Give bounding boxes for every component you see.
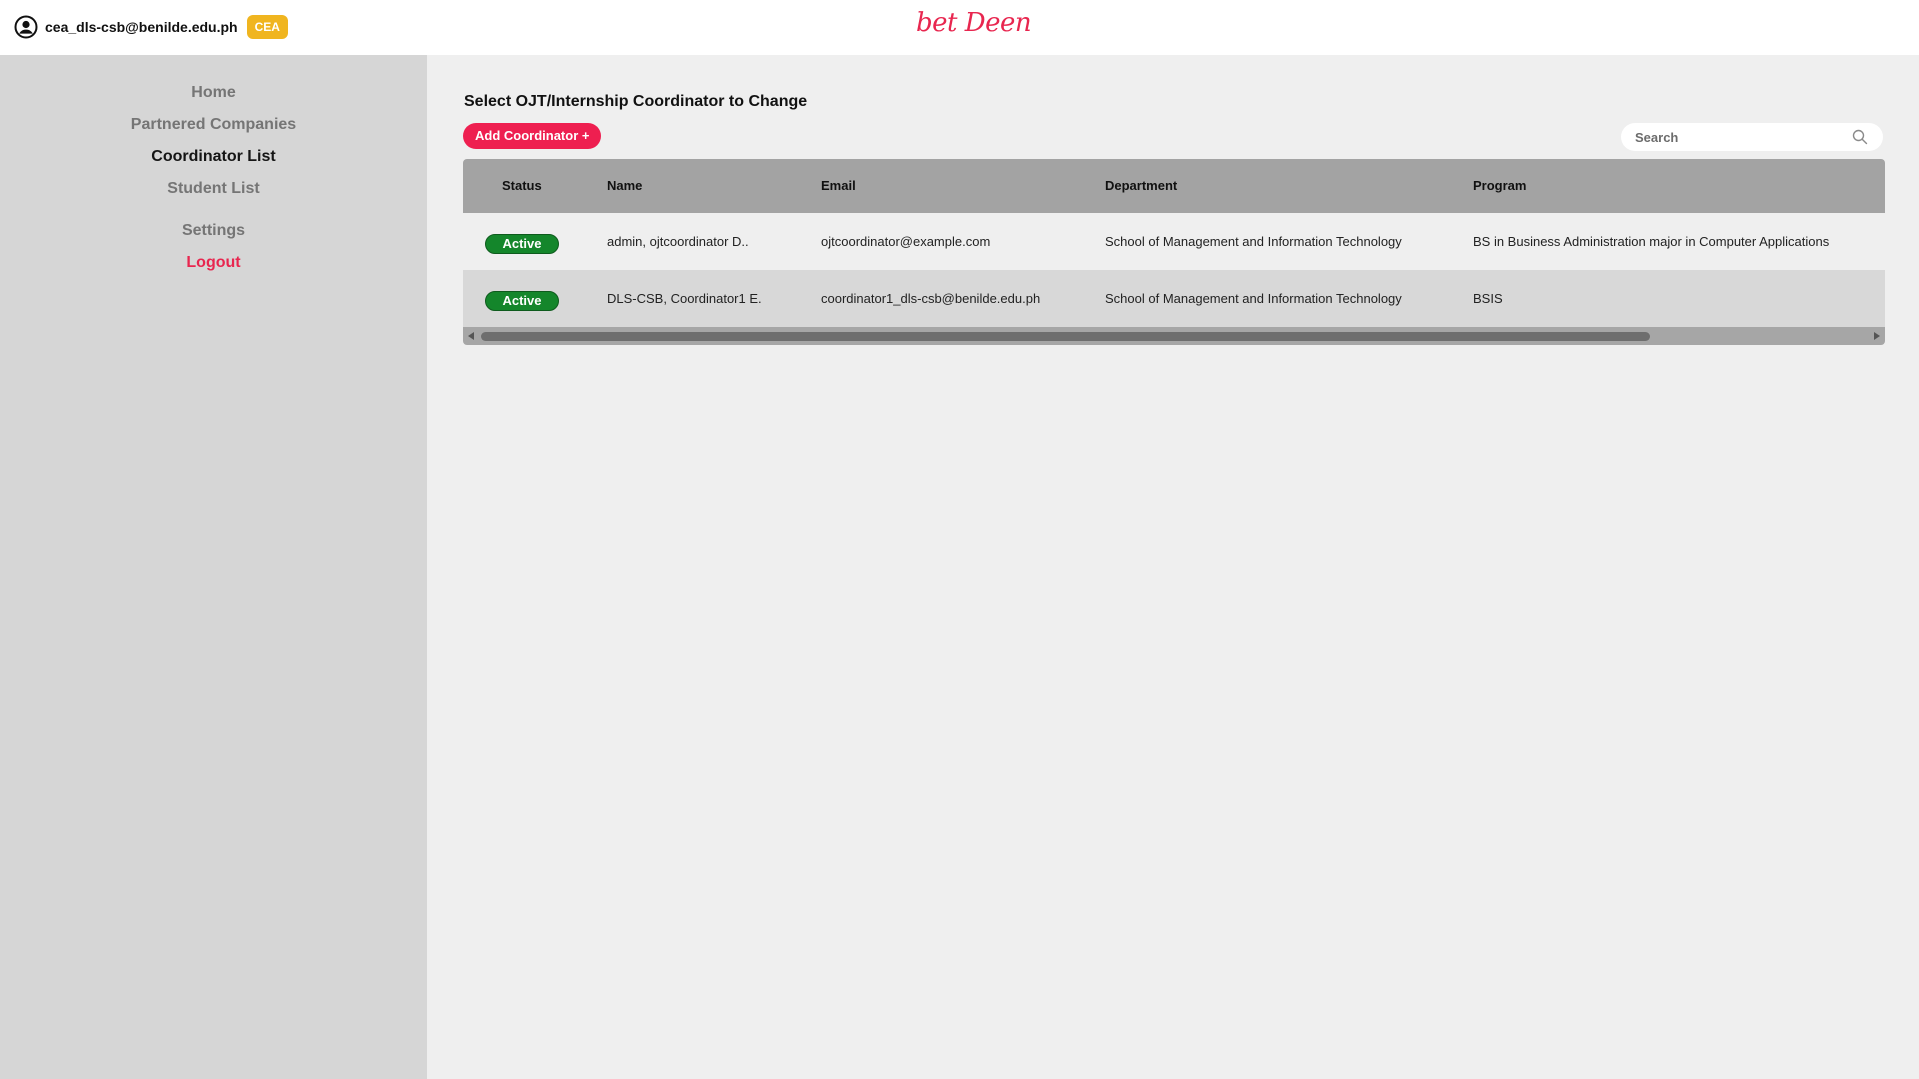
column-header-name[interactable]: Name xyxy=(607,178,642,193)
search-input[interactable] xyxy=(1633,127,1843,147)
sidebar-nav: Home Partnered Companies Coordinator Lis… xyxy=(0,83,427,285)
column-header-email[interactable]: Email xyxy=(821,178,856,193)
sidebar-item-student-list[interactable]: Student List xyxy=(0,179,427,199)
column-header-program[interactable]: Program xyxy=(1473,178,1526,193)
cell-department: School of Management and Information Tec… xyxy=(1105,291,1402,306)
column-header-department[interactable]: Department xyxy=(1105,178,1177,193)
cell-email: ojtcoordinator@example.com xyxy=(821,234,991,249)
page-title: Select OJT/Internship Coordinator to Cha… xyxy=(464,93,808,110)
cell-program: BS in Business Administration major in C… xyxy=(1473,234,1830,249)
role-badge: CEA xyxy=(246,15,288,39)
scroll-left-icon[interactable] xyxy=(468,332,474,340)
status-badge: Active xyxy=(485,234,559,254)
sidebar-item-logout[interactable]: Logout xyxy=(0,253,427,273)
user-circle-icon xyxy=(14,15,38,39)
user-account[interactable]: cea_dls-csb@benilde.edu.ph CEA xyxy=(14,14,288,40)
status-badge: Active xyxy=(485,291,559,311)
add-coordinator-button[interactable]: Add Coordinator + xyxy=(463,123,602,149)
main-content: Select OJT/Internship Coordinator to Cha… xyxy=(427,55,1919,1079)
sidebar-item-settings[interactable]: Settings xyxy=(0,221,427,241)
table-row[interactable]: Active admin, ojtcoordinator D.. ojtcoor… xyxy=(463,213,1885,270)
column-header-status[interactable]: Status xyxy=(502,178,542,193)
scrollbar-thumb[interactable] xyxy=(481,332,1650,341)
user-email: cea_dls-csb@benilde.edu.ph xyxy=(45,19,238,35)
cell-name: admin, ojtcoordinator D.. xyxy=(607,234,749,249)
sidebar-item-coordinator-list[interactable]: Coordinator List xyxy=(0,147,427,167)
sidebar-item-partnered-companies[interactable]: Partnered Companies xyxy=(0,115,427,135)
cell-program: BSIS xyxy=(1473,291,1503,306)
search-box xyxy=(1621,123,1883,151)
cell-department: School of Management and Information Tec… xyxy=(1105,234,1402,249)
search-icon[interactable] xyxy=(1852,129,1868,145)
brand-logo[interactable]: bet Deen xyxy=(916,8,1032,38)
cell-email: coordinator1_dls-csb@benilde.edu.ph xyxy=(821,291,1041,306)
top-bar: cea_dls-csb@benilde.edu.ph CEA bet Deen xyxy=(0,0,1919,55)
coordinator-table: Status Name Email Department Program Act… xyxy=(463,159,1885,345)
table-header: Status Name Email Department Program xyxy=(463,159,1885,213)
sidebar: Home Partnered Companies Coordinator Lis… xyxy=(0,55,427,1079)
horizontal-scrollbar[interactable] xyxy=(463,327,1885,345)
cell-name: DLS-CSB, Coordinator1 E. xyxy=(607,291,762,306)
table-row[interactable]: Active DLS-CSB, Coordinator1 E. coordina… xyxy=(463,270,1885,327)
scroll-right-icon[interactable] xyxy=(1874,332,1880,340)
sidebar-item-home[interactable]: Home xyxy=(0,83,427,103)
